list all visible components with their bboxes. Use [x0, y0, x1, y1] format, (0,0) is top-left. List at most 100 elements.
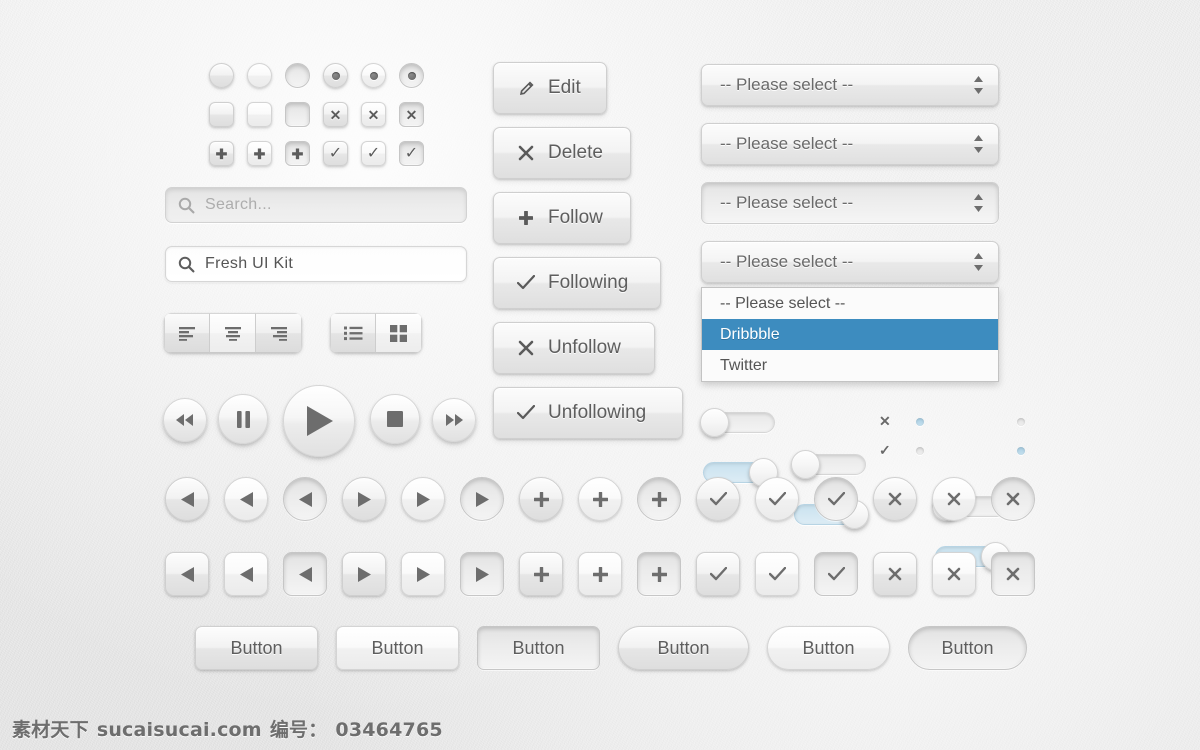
checkbox-check-hover[interactable]: ✓ — [361, 141, 386, 166]
edit-button[interactable]: Edit — [493, 62, 607, 114]
search-field-filled[interactable]: Fresh UI Kit — [165, 246, 467, 282]
radio-unselected-hover[interactable] — [247, 63, 272, 88]
grid-view-button[interactable] — [376, 313, 422, 353]
toggle-switch-1-off[interactable] — [700, 408, 775, 437]
circle-plus-normal[interactable] — [519, 477, 563, 521]
media-forward-button[interactable] — [432, 398, 476, 442]
stop-icon — [387, 411, 403, 427]
triangle-left-icon — [239, 491, 253, 507]
radio-unselected-normal[interactable] — [209, 63, 234, 88]
square-triangle-left-pressed[interactable] — [283, 552, 327, 596]
select-normal[interactable]: -- Please select -- — [701, 64, 999, 106]
following-button-label: Following — [548, 272, 629, 293]
align-right-button[interactable] — [256, 313, 302, 353]
cross-icon: ✕ — [367, 106, 380, 123]
search-input-value: Fresh UI Kit — [205, 255, 294, 272]
radio-unselected-pressed[interactable] — [285, 63, 310, 88]
square-cross-hover[interactable] — [932, 552, 976, 596]
select-open[interactable]: -- Please select -- — [701, 241, 999, 283]
circle-triangle-right-pressed[interactable] — [460, 477, 504, 521]
media-play-button[interactable] — [283, 385, 355, 457]
circle-triangle-right-normal[interactable] — [342, 477, 386, 521]
checkbox-plus-pressed[interactable]: ✚ — [285, 141, 310, 166]
toggle-switch-2-off[interactable] — [791, 450, 866, 479]
checkbox-cross-pressed[interactable]: ✕ — [399, 102, 424, 127]
unfollowing-button[interactable]: Unfollowing — [493, 387, 683, 439]
radio-button-group — [209, 63, 424, 88]
checkbox-cross-normal[interactable]: ✕ — [323, 102, 348, 127]
following-button[interactable]: Following — [493, 257, 661, 309]
radio-selected-hover[interactable] — [361, 63, 386, 88]
cross-icon: ✕ — [329, 106, 342, 123]
circle-check-pressed[interactable] — [814, 477, 858, 521]
select-pressed[interactable]: -- Please select -- — [701, 182, 999, 224]
plus-icon — [592, 566, 608, 582]
unfollow-button[interactable]: Unfollow — [493, 322, 655, 374]
circle-check-normal[interactable] — [696, 477, 740, 521]
check-icon — [768, 567, 786, 581]
circle-plus-hover[interactable] — [578, 477, 622, 521]
square-triangle-right-hover[interactable] — [401, 552, 445, 596]
dropdown-option-please-select[interactable]: -- Please select -- — [702, 288, 998, 319]
checkbox-cross-hover[interactable]: ✕ — [361, 102, 386, 127]
button-pill-normal[interactable]: Button — [618, 626, 749, 670]
checkbox-check-normal[interactable]: ✓ — [323, 141, 348, 166]
toggle-knob[interactable] — [791, 450, 820, 479]
dropdown-option-dribbble[interactable]: Dribbble — [702, 319, 998, 350]
triangle-left-icon — [180, 566, 194, 582]
triangle-left-icon — [298, 566, 312, 582]
button-rect-normal[interactable]: Button — [195, 626, 318, 670]
circle-triangle-right-hover[interactable] — [401, 477, 445, 521]
square-check-pressed[interactable] — [814, 552, 858, 596]
button-rect-pressed[interactable]: Button — [477, 626, 600, 670]
square-triangle-right-normal[interactable] — [342, 552, 386, 596]
follow-button[interactable]: Follow — [493, 192, 631, 244]
square-plus-hover[interactable] — [578, 552, 622, 596]
forward-icon — [446, 414, 463, 426]
media-rewind-button[interactable] — [163, 398, 207, 442]
checkbox-empty-hover[interactable] — [247, 102, 272, 127]
square-triangle-right-pressed[interactable] — [460, 552, 504, 596]
media-pause-button[interactable] — [218, 394, 268, 444]
circle-triangle-left-hover[interactable] — [224, 477, 268, 521]
square-check-hover[interactable] — [755, 552, 799, 596]
view-mode-segmented-control — [330, 313, 422, 353]
button-rect-hover[interactable]: Button — [336, 626, 459, 670]
radio-selected-normal[interactable] — [323, 63, 348, 88]
toggle-knob[interactable] — [700, 408, 729, 437]
list-view-button[interactable] — [330, 313, 376, 353]
circle-check-hover[interactable] — [755, 477, 799, 521]
square-triangle-left-hover[interactable] — [224, 552, 268, 596]
square-cross-normal[interactable] — [873, 552, 917, 596]
radio-selected-pressed[interactable] — [399, 63, 424, 88]
circle-cross-hover[interactable] — [932, 477, 976, 521]
square-check-normal[interactable] — [696, 552, 740, 596]
circle-triangle-left-pressed[interactable] — [283, 477, 327, 521]
square-cross-pressed[interactable] — [991, 552, 1035, 596]
pencil-icon — [516, 80, 536, 97]
plus-icon — [533, 491, 549, 507]
button-pill-pressed[interactable]: Button — [908, 626, 1027, 670]
checkbox-empty-pressed[interactable] — [285, 102, 310, 127]
circle-triangle-left-normal[interactable] — [165, 477, 209, 521]
checkbox-check-pressed[interactable]: ✓ — [399, 141, 424, 166]
plus-icon: ✚ — [253, 145, 266, 162]
circle-cross-pressed[interactable] — [991, 477, 1035, 521]
checkbox-empty-normal[interactable] — [209, 102, 234, 127]
button-pill-hover[interactable]: Button — [767, 626, 890, 670]
circle-cross-normal[interactable] — [873, 477, 917, 521]
checkbox-plus-hover[interactable]: ✚ — [247, 141, 272, 166]
square-triangle-left-normal[interactable] — [165, 552, 209, 596]
select-hover[interactable]: -- Please select -- — [701, 123, 999, 165]
checkbox-plus-normal[interactable]: ✚ — [209, 141, 234, 166]
circle-plus-pressed[interactable] — [637, 477, 681, 521]
search-field-empty[interactable]: Search... — [165, 187, 467, 223]
media-stop-button[interactable] — [370, 394, 420, 444]
delete-button[interactable]: Delete — [493, 127, 631, 179]
align-center-button[interactable] — [210, 313, 256, 353]
stepper-arrows-icon — [974, 194, 983, 212]
square-plus-normal[interactable] — [519, 552, 563, 596]
square-plus-pressed[interactable] — [637, 552, 681, 596]
align-left-button[interactable] — [164, 313, 210, 353]
dropdown-option-twitter[interactable]: Twitter — [702, 350, 998, 381]
